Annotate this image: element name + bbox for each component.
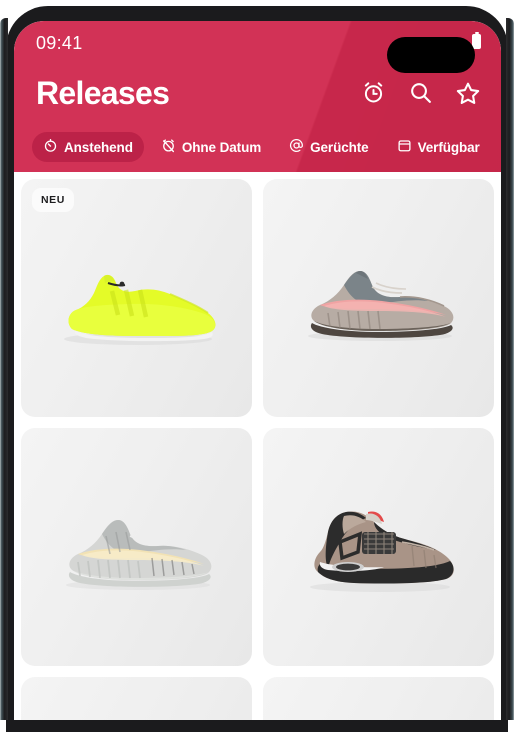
alarm-off-icon (161, 138, 176, 156)
star-outline-icon[interactable] (455, 80, 481, 111)
product-image (21, 428, 252, 666)
release-card[interactable] (21, 428, 252, 666)
alarm-clock-icon[interactable] (361, 80, 386, 110)
release-card[interactable] (263, 428, 494, 666)
tab-verfuegbar[interactable]: Verfügbar (386, 132, 491, 162)
release-card[interactable]: NEU (21, 179, 252, 417)
product-image (263, 179, 494, 417)
header-actions (361, 76, 481, 111)
phone-edge-right (506, 18, 514, 720)
tab-label: Anstehend (64, 139, 133, 155)
status-bar: 09:41 (14, 21, 501, 73)
tab-label: Verfügbar (417, 139, 480, 155)
release-grid: NEU (14, 172, 501, 720)
tab-anstehend[interactable]: Anstehend (32, 132, 144, 162)
release-card[interactable] (263, 179, 494, 417)
phone-edge-left (0, 18, 8, 720)
at-sign-icon (289, 138, 304, 156)
status-badge: NEU (32, 188, 74, 212)
release-card[interactable] (263, 677, 494, 720)
release-card[interactable] (21, 677, 252, 720)
tab-geruechte[interactable]: Gerüchte (278, 132, 379, 162)
app-screen: 09:41 Releases Anstehend Ohne Datum Gerü… (14, 21, 501, 720)
tab-label: Ohne Datum (181, 139, 262, 155)
status-bar-time: 09:41 (36, 33, 83, 53)
header-title-row: Releases (14, 65, 501, 121)
product-image (21, 179, 252, 417)
calendar-icon (397, 138, 412, 156)
tab-ohne-datum[interactable]: Ohne Datum (150, 132, 272, 162)
filter-tab-bar: Anstehend Ohne Datum Gerüchte Verfügbar (14, 132, 501, 162)
phone-frame: 09:41 Releases Anstehend Ohne Datum Gerü… (0, 0, 514, 732)
page-title: Releases (36, 75, 170, 111)
tab-label: Gerüchte (310, 139, 369, 155)
search-icon[interactable] (408, 80, 433, 110)
app-header: 09:41 Releases Anstehend Ohne Datum Gerü… (14, 21, 501, 172)
product-image (263, 428, 494, 666)
stopwatch-icon (43, 138, 58, 156)
